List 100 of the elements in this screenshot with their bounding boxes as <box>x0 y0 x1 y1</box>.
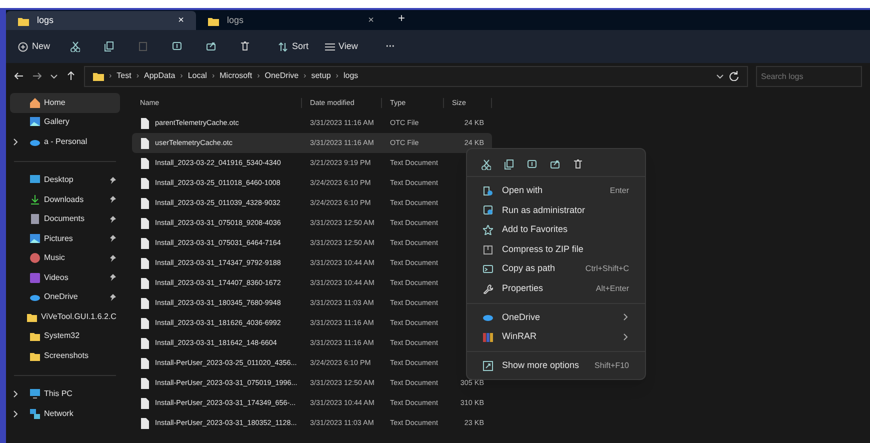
refresh-icon <box>729 71 739 81</box>
terminal-icon <box>483 264 493 274</box>
forward-arrow-icon <box>32 71 42 81</box>
file-icon <box>140 138 150 148</box>
menu-item[interactable]: Run as administrator <box>471 200 641 220</box>
file-icon <box>140 418 150 428</box>
menu-item[interactable]: Properties Alt+Enter <box>471 278 641 299</box>
new-tab-button[interactable]: + <box>386 10 418 30</box>
folder-icon <box>30 331 40 342</box>
books-icon <box>483 332 493 342</box>
delete-icon[interactable] <box>240 41 250 52</box>
menu-item[interactable]: Compress to ZIP file <box>471 240 641 260</box>
tab-label: logs <box>37 14 55 27</box>
breadcrumb[interactable]: Test <box>116 70 132 82</box>
share-icon[interactable] <box>550 159 560 170</box>
more-button[interactable]: ··· <box>386 40 395 54</box>
sidebar-item[interactable]: Documents <box>10 210 120 229</box>
file-icon <box>140 358 150 368</box>
breadcrumb-separator: › <box>304 70 306 82</box>
sidebar-item[interactable]: Videos <box>10 268 120 288</box>
file-icon <box>140 218 150 228</box>
wrench-icon <box>483 284 493 294</box>
breadcrumb[interactable]: setup <box>311 70 331 82</box>
new-button[interactable]: New <box>18 40 50 54</box>
breadcrumb[interactable]: logs <box>343 70 358 82</box>
sidebar-item[interactable]: Gallery <box>10 112 120 132</box>
sidebar-item[interactable]: Downloads <box>10 190 120 210</box>
file-icon <box>140 278 150 288</box>
menu-item[interactable]: Show more options Shift+F10 <box>471 356 641 376</box>
copy-icon[interactable] <box>504 159 514 170</box>
cut-icon[interactable] <box>481 159 491 170</box>
sidebar-item[interactable]: a - Personal <box>10 132 120 152</box>
sidebar-item[interactable]: Screenshots <box>10 346 120 366</box>
shortcut-label: Alt+Enter <box>596 282 629 295</box>
file-icon <box>140 178 150 188</box>
file-icon <box>140 338 150 348</box>
sort-icon <box>278 42 288 52</box>
menu-item[interactable]: WinRAR <box>471 327 641 347</box>
delete-icon[interactable] <box>573 159 583 170</box>
address-bar[interactable]: › Test › AppData › Local › Microsoft › OneDrive › setup › logs <box>84 66 748 86</box>
sidebar-item[interactable]: Network <box>10 404 120 424</box>
folder-icon <box>18 16 29 26</box>
cut-icon[interactable] <box>70 41 80 52</box>
view-button[interactable]: View <box>324 40 358 54</box>
sidebar-item[interactable]: This PC <box>10 384 120 404</box>
sidebar-item[interactable]: OneDrive <box>10 288 120 307</box>
file-icon <box>140 198 150 208</box>
home-icon <box>30 98 40 108</box>
sidebar-item[interactable]: Desktop <box>10 170 120 190</box>
breadcrumb[interactable]: Local <box>188 70 207 82</box>
folder-icon <box>27 312 37 322</box>
close-icon[interactable]: × <box>178 13 184 28</box>
menu-item[interactable]: Open with Enter <box>471 181 641 201</box>
plus-circle-icon <box>18 42 28 52</box>
copy-icon[interactable] <box>104 41 114 52</box>
breadcrumb[interactable]: AppData <box>144 70 176 82</box>
file-icon <box>140 118 150 128</box>
gallery-icon <box>30 234 40 244</box>
shortcut-label: Shift+F10 <box>594 360 629 372</box>
menu-item[interactable]: Add to Favorites <box>471 220 641 240</box>
shortcut-label: Ctrl+Shift+C <box>585 263 629 276</box>
sidebar-item[interactable]: Pictures <box>10 229 120 248</box>
sort-button[interactable]: Sort <box>278 40 309 54</box>
breadcrumb-separator: › <box>109 70 112 82</box>
breadcrumb-separator: › <box>180 70 183 82</box>
menu-item[interactable]: OneDrive <box>471 308 641 328</box>
menu-icon <box>324 42 335 52</box>
tab[interactable]: logs × <box>6 11 196 30</box>
close-icon[interactable]: × <box>368 13 374 28</box>
breadcrumb-separator: › <box>257 70 260 82</box>
folder-icon <box>30 350 40 361</box>
breadcrumb[interactable]: OneDrive <box>264 70 299 82</box>
file-icon <box>140 378 150 388</box>
file-icon <box>140 158 150 168</box>
window-shield-icon <box>483 205 493 216</box>
star-icon <box>483 224 493 235</box>
rename-icon[interactable] <box>527 159 537 170</box>
back-arrow-icon <box>14 71 24 81</box>
expand-icon <box>483 360 493 371</box>
up-arrow-icon <box>66 71 76 81</box>
breadcrumb-separator: › <box>136 70 140 82</box>
breadcrumb-separator: › <box>336 70 338 82</box>
sidebar-item[interactable]: System32 <box>10 326 120 346</box>
search-field[interactable]: Search logs <box>756 66 862 86</box>
breadcrumb-separator: › <box>212 70 215 82</box>
chevron-right-icon <box>623 313 629 322</box>
rename-icon[interactable] <box>172 41 182 52</box>
breadcrumb[interactable]: Microsoft <box>220 70 252 82</box>
folder-icon <box>208 16 219 26</box>
sidebar-item[interactable]: ViVeTool.GUI.1.6.2.C <box>10 307 120 326</box>
sidebar-item[interactable]: Music <box>10 248 120 268</box>
open-with-icon <box>483 186 493 196</box>
tab-label: logs <box>227 14 245 27</box>
share-icon[interactable] <box>206 41 216 52</box>
sidebar-item[interactable]: Home <box>10 93 120 112</box>
menu-item[interactable]: Copy as path Ctrl+Shift+C <box>471 259 641 279</box>
file-icon <box>140 298 150 308</box>
pc-icon <box>30 389 40 400</box>
file-icon <box>140 258 150 268</box>
shortcut-label: Enter <box>610 184 629 197</box>
